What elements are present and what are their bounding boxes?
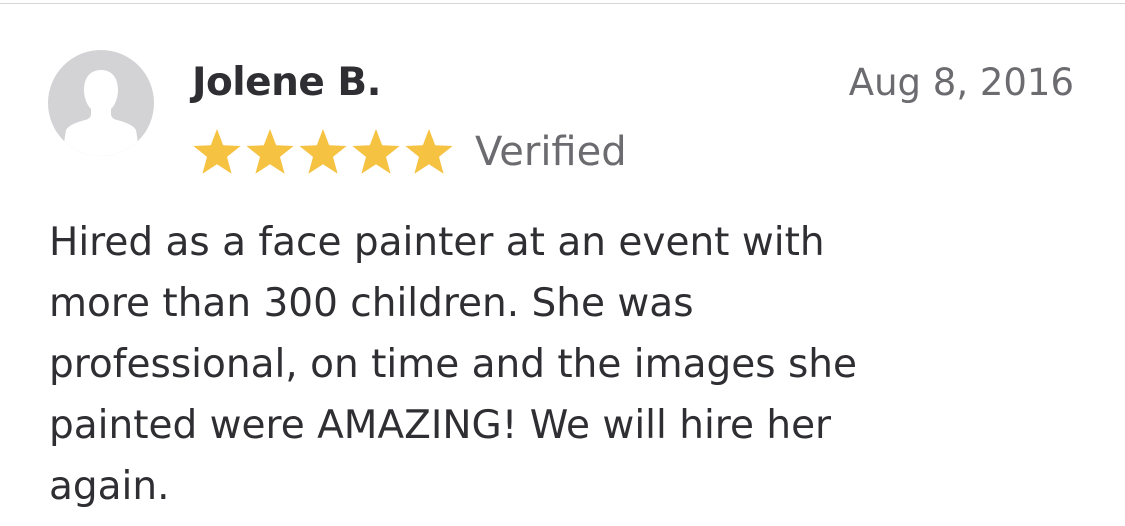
rating-row: Verified [192,125,627,179]
star-filled-icon [299,129,347,174]
star-rating [192,128,457,176]
reviewer-name: Jolene B. [192,60,381,105]
verified-label: Verified [475,129,627,175]
person-silhouette-icon [62,70,140,156]
review-text-line: again. [49,464,170,509]
review-card: Jolene B. Aug 8, 2016 Verified Hired as … [0,0,1125,526]
star-filled-icon [193,129,241,174]
star-filled-icon [352,129,400,174]
avatar [48,50,154,156]
review-text-line: professional, on time and the images she [49,342,857,387]
review-text-line: Hired as a face painter at an event with [49,220,825,265]
review-text-line: painted were AMAZING! We will hire her [49,403,832,448]
review-text: Hired as a face painter at an event with… [49,212,1079,517]
star-filled-icon [405,129,453,174]
star-filled-icon [246,129,294,174]
review-text-line: more than 300 children. She was [49,281,694,326]
review-date: Aug 8, 2016 [848,61,1074,104]
